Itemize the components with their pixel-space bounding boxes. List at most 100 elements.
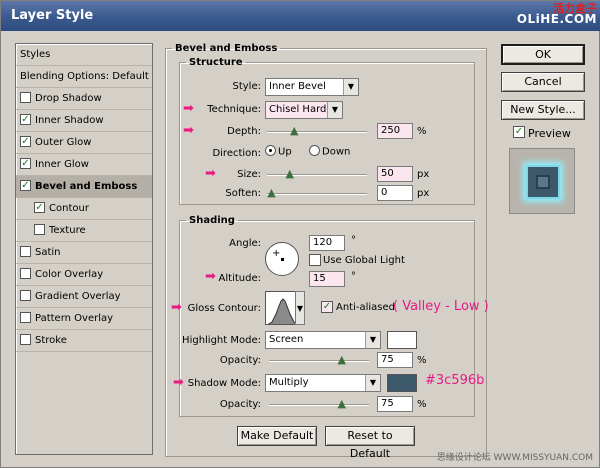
anti-aliased-label: Anti-aliased (336, 302, 396, 313)
soften-slider[interactable]: ▲ (267, 187, 367, 199)
global-light-checkbox[interactable] (309, 254, 321, 266)
new-style-button[interactable]: New Style... (501, 100, 585, 120)
style-item-label: Gradient Overlay (35, 291, 121, 302)
bevel-emboss-title: Bevel and Emboss (175, 43, 278, 54)
soften-input[interactable]: 0 (377, 185, 413, 201)
highlight-opacity-unit: % (417, 355, 427, 366)
title-bar[interactable]: Layer Style 活力盒子 OLiHE.COM (1, 1, 600, 31)
checkbox-unchecked-icon[interactable] (20, 91, 31, 103)
size-slider[interactable]: ▲ (267, 168, 367, 180)
cancel-button[interactable]: Cancel (501, 72, 585, 92)
style-item-blending-options-default[interactable]: Blending Options: Default (16, 66, 152, 88)
depth-input[interactable]: 250 (377, 123, 413, 139)
size-unit: px (417, 169, 430, 180)
gloss-contour-label: Gloss Contour: (187, 303, 261, 314)
checkbox-checked-icon[interactable]: ✓ (20, 135, 31, 147)
shadow-mode-value: Multiply (269, 377, 309, 388)
style-item-styles[interactable]: Styles (16, 44, 152, 66)
highlight-opacity-thumb[interactable]: ▲ (337, 354, 346, 366)
checkbox-unchecked-icon[interactable] (20, 267, 31, 279)
highlight-color-swatch[interactable] (387, 331, 417, 349)
checkbox-unchecked-icon[interactable] (20, 245, 31, 257)
style-item-label: Styles (20, 49, 51, 60)
watermark-logo: 活力盒子 OLiHE.COM (517, 3, 597, 25)
window-title: Layer Style (11, 8, 94, 23)
style-item-drop-shadow[interactable]: Drop Shadow (16, 88, 152, 110)
preview-checkbox[interactable]: ✓ (513, 126, 525, 138)
style-item-inner-glow[interactable]: ✓ Inner Glow (16, 154, 152, 176)
style-item-outer-glow[interactable]: ✓ Outer Glow (16, 132, 152, 154)
direction-up-radio[interactable]: Up (265, 145, 292, 158)
shadow-color-annotation: #3c596b (425, 373, 485, 388)
shading-title: Shading (189, 215, 235, 226)
anti-aliased-checkbox[interactable]: ✓ (321, 301, 333, 313)
size-label: Size: (237, 169, 261, 180)
soften-slider-thumb[interactable]: ▲ (267, 187, 276, 199)
checkbox-unchecked-icon[interactable] (20, 333, 31, 345)
checkbox-checked-icon[interactable]: ✓ (20, 157, 31, 169)
highlight-mode-select[interactable]: Screen ▼ (265, 331, 381, 349)
preview-shape (526, 165, 560, 199)
direction-down-radio[interactable]: Down (309, 145, 351, 158)
style-item-label: Inner Shadow (35, 115, 104, 126)
technique-label: Technique: (207, 104, 261, 115)
checkbox-unchecked-icon[interactable] (20, 311, 31, 323)
highlight-mode-label: Highlight Mode: (182, 335, 261, 346)
shadow-opacity-thumb[interactable]: ▲ (337, 398, 346, 410)
preview-label: Preview (528, 127, 571, 140)
technique-select-value: Chisel Hard (269, 104, 327, 115)
style-item-label: Texture (49, 225, 86, 236)
checkbox-unchecked-icon[interactable] (20, 289, 31, 301)
chevron-down-icon: ▼ (296, 304, 304, 313)
checkbox-checked-icon[interactable]: ✓ (34, 201, 45, 213)
angle-unit: ° (351, 235, 356, 246)
ok-button[interactable]: OK (501, 44, 585, 65)
shadow-opacity-input[interactable]: 75 (377, 396, 413, 412)
highlight-opacity-input[interactable]: 75 (377, 352, 413, 368)
style-item-stroke[interactable]: Stroke (16, 330, 152, 352)
technique-select[interactable]: Chisel Hard ▼ (265, 101, 343, 119)
style-item-contour[interactable]: ✓ Contour (16, 198, 152, 220)
chevron-down-icon: ▼ (365, 375, 380, 391)
style-item-pattern-overlay[interactable]: Pattern Overlay (16, 308, 152, 330)
chevron-down-icon: ▼ (327, 102, 342, 118)
style-item-gradient-overlay[interactable]: Gradient Overlay (16, 286, 152, 308)
highlight-opacity-slider[interactable]: ▲ (269, 354, 369, 366)
style-item-inner-shadow[interactable]: ✓ Inner Shadow (16, 110, 152, 132)
style-item-color-overlay[interactable]: Color Overlay (16, 264, 152, 286)
angle-dial[interactable]: + (265, 242, 299, 276)
depth-slider-thumb[interactable]: ▲ (290, 125, 299, 137)
make-default-button[interactable]: Make Default (237, 426, 317, 446)
style-select-value: Inner Bevel (269, 81, 326, 92)
depth-slider[interactable]: ▲ (267, 125, 367, 137)
style-item-texture[interactable]: Texture (16, 220, 152, 242)
shadow-color-swatch[interactable] (387, 374, 417, 392)
checkbox-unchecked-icon[interactable] (34, 223, 45, 235)
style-item-label: Pattern Overlay (35, 313, 114, 324)
style-item-bevel-and-emboss[interactable]: ✓ Bevel and Emboss (16, 176, 152, 198)
preview-shape-core (536, 175, 550, 189)
size-input[interactable]: 50 (377, 166, 413, 182)
soften-unit: px (417, 188, 430, 199)
style-item-label: Satin (35, 247, 61, 258)
watermark-line2: OLiHE.COM (516, 12, 597, 26)
style-select[interactable]: Inner Bevel ▼ (265, 78, 359, 96)
reset-to-default-button[interactable]: Reset to Default (325, 426, 415, 460)
checkbox-checked-icon[interactable]: ✓ (20, 113, 31, 125)
shadow-mode-select[interactable]: Multiply ▼ (265, 374, 381, 392)
shadow-opacity-slider[interactable]: ▲ (269, 398, 369, 410)
altitude-input[interactable]: 15 (309, 271, 345, 287)
style-item-satin[interactable]: Satin (16, 242, 152, 264)
gloss-contour-annotation: ( Valley - Low ) (393, 299, 489, 314)
direction-down-label: Down (322, 146, 351, 158)
style-item-label: Stroke (35, 335, 67, 346)
gloss-contour-dropdown[interactable]: ▼ (295, 291, 305, 325)
angle-input[interactable]: 120 (309, 235, 345, 251)
chevron-down-icon: ▼ (365, 332, 380, 348)
size-slider-thumb[interactable]: ▲ (285, 168, 294, 180)
style-item-label: Inner Glow (35, 159, 89, 170)
style-item-label: Color Overlay (35, 269, 104, 280)
style-item-label: Contour (49, 203, 89, 214)
style-item-label: Blending Options: Default (20, 71, 149, 82)
checkbox-checked-icon[interactable]: ✓ (20, 179, 31, 191)
